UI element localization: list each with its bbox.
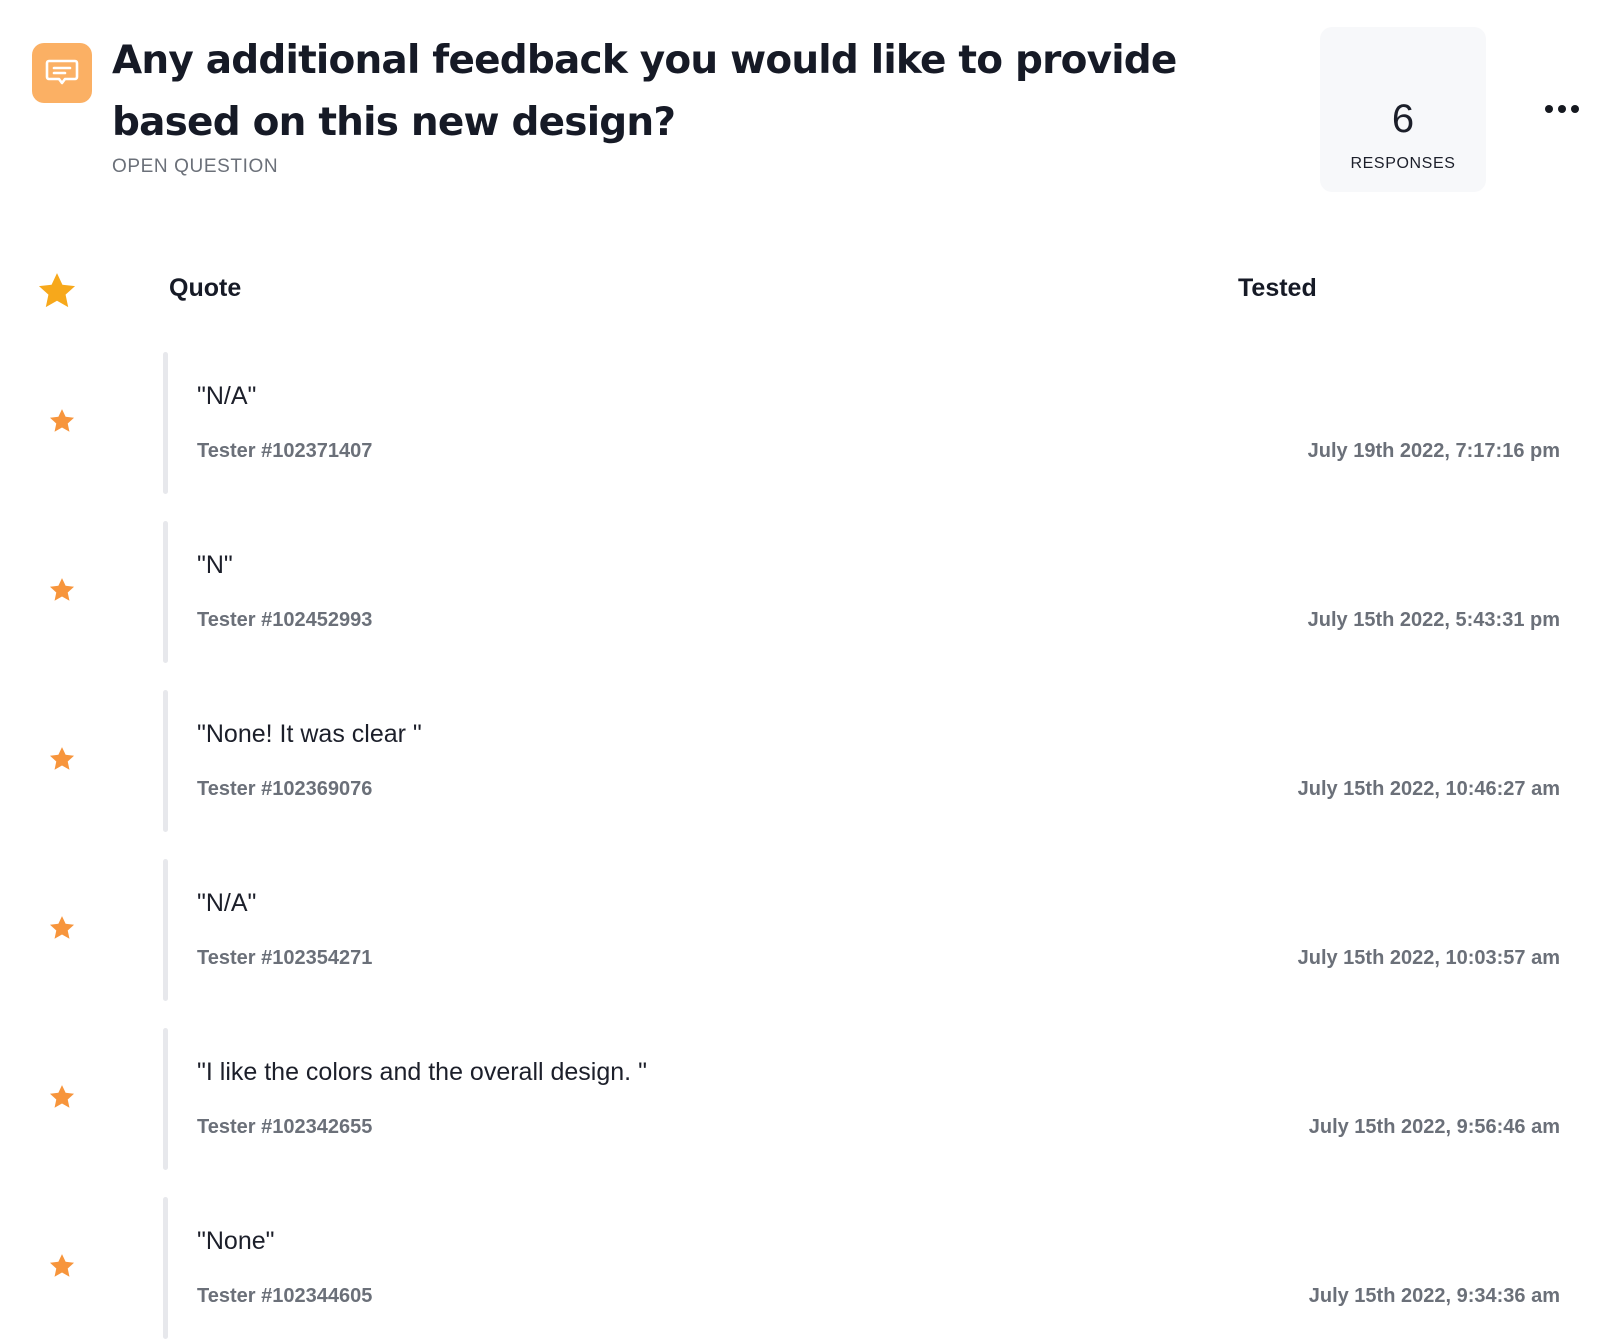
column-header-quote[interactable]: Quote [169, 274, 241, 303]
tester-id[interactable]: Tester #102369076 [197, 778, 372, 801]
tester-id[interactable]: Tester #102344605 [197, 1285, 372, 1308]
responses-label: RESPONSES [1350, 155, 1456, 172]
quote-bar [163, 1197, 168, 1339]
chat-bubble-icon-glyph [45, 59, 79, 85]
quote-bar [163, 521, 168, 663]
tested-date: July 15th 2022, 10:46:27 am [1297, 778, 1560, 800]
tested-date: July 15th 2022, 9:56:46 am [1308, 1116, 1560, 1138]
question-type-label: OPEN QUESTION [112, 156, 279, 177]
more-options-button[interactable] [1538, 97, 1586, 121]
tester-id[interactable]: Tester #102452993 [197, 609, 372, 632]
tester-id[interactable]: Tester #102342655 [197, 1116, 372, 1139]
quote-bar [163, 1028, 168, 1170]
response-quote: "N/A" [197, 382, 257, 410]
star-icon[interactable] [48, 407, 76, 435]
quote-bar [163, 859, 168, 1001]
response-quote: "N/A" [197, 889, 257, 917]
chat-bubble-icon [32, 43, 92, 103]
question-title: Any additional feedback you would like t… [112, 38, 1177, 145]
table-row: "I like the colors and the overall desig… [0, 1028, 1603, 1174]
response-quote: "N" [197, 551, 233, 579]
table-row: "None" Tester #102344605 July 15th 2022,… [0, 1197, 1603, 1343]
table-row: "N/A" Tester #102354271 July 15th 2022, … [0, 859, 1603, 1005]
more-dot-icon [1571, 105, 1579, 113]
star-icon[interactable] [48, 745, 76, 773]
more-dot-icon [1558, 105, 1566, 113]
table-row: "None! It was clear " Tester #102369076 … [0, 690, 1603, 836]
column-header-tested[interactable]: Tested [1238, 274, 1317, 303]
more-dot-icon [1545, 105, 1553, 113]
star-filter-icon[interactable] [36, 270, 78, 312]
star-icon[interactable] [48, 914, 76, 942]
tested-date: July 15th 2022, 10:03:57 am [1297, 947, 1560, 969]
quote-bar [163, 690, 168, 832]
tester-id[interactable]: Tester #102371407 [197, 440, 372, 463]
question-header: Any additional feedback you would like t… [0, 0, 1603, 220]
star-icon[interactable] [48, 1252, 76, 1280]
responses-card: 6 RESPONSES [1320, 27, 1486, 192]
star-icon[interactable] [48, 1083, 76, 1111]
response-quote: "I like the colors and the overall desig… [197, 1058, 647, 1086]
quote-bar [163, 352, 168, 494]
tester-id[interactable]: Tester #102354271 [197, 947, 372, 970]
tested-date: July 19th 2022, 7:17:16 pm [1307, 440, 1560, 462]
response-quote: "None" [197, 1227, 275, 1255]
table-row: "N" Tester #102452993 July 15th 2022, 5:… [0, 521, 1603, 667]
response-quote: "None! It was clear " [197, 720, 422, 748]
tested-date: July 15th 2022, 9:34:36 am [1308, 1285, 1560, 1307]
table-header: Quote Tested [0, 260, 1603, 320]
star-icon[interactable] [48, 576, 76, 604]
responses-count: 6 [1391, 97, 1415, 141]
table-row: "N/A" Tester #102371407 July 19th 2022, … [0, 352, 1603, 498]
tested-date: July 15th 2022, 5:43:31 pm [1307, 609, 1560, 631]
